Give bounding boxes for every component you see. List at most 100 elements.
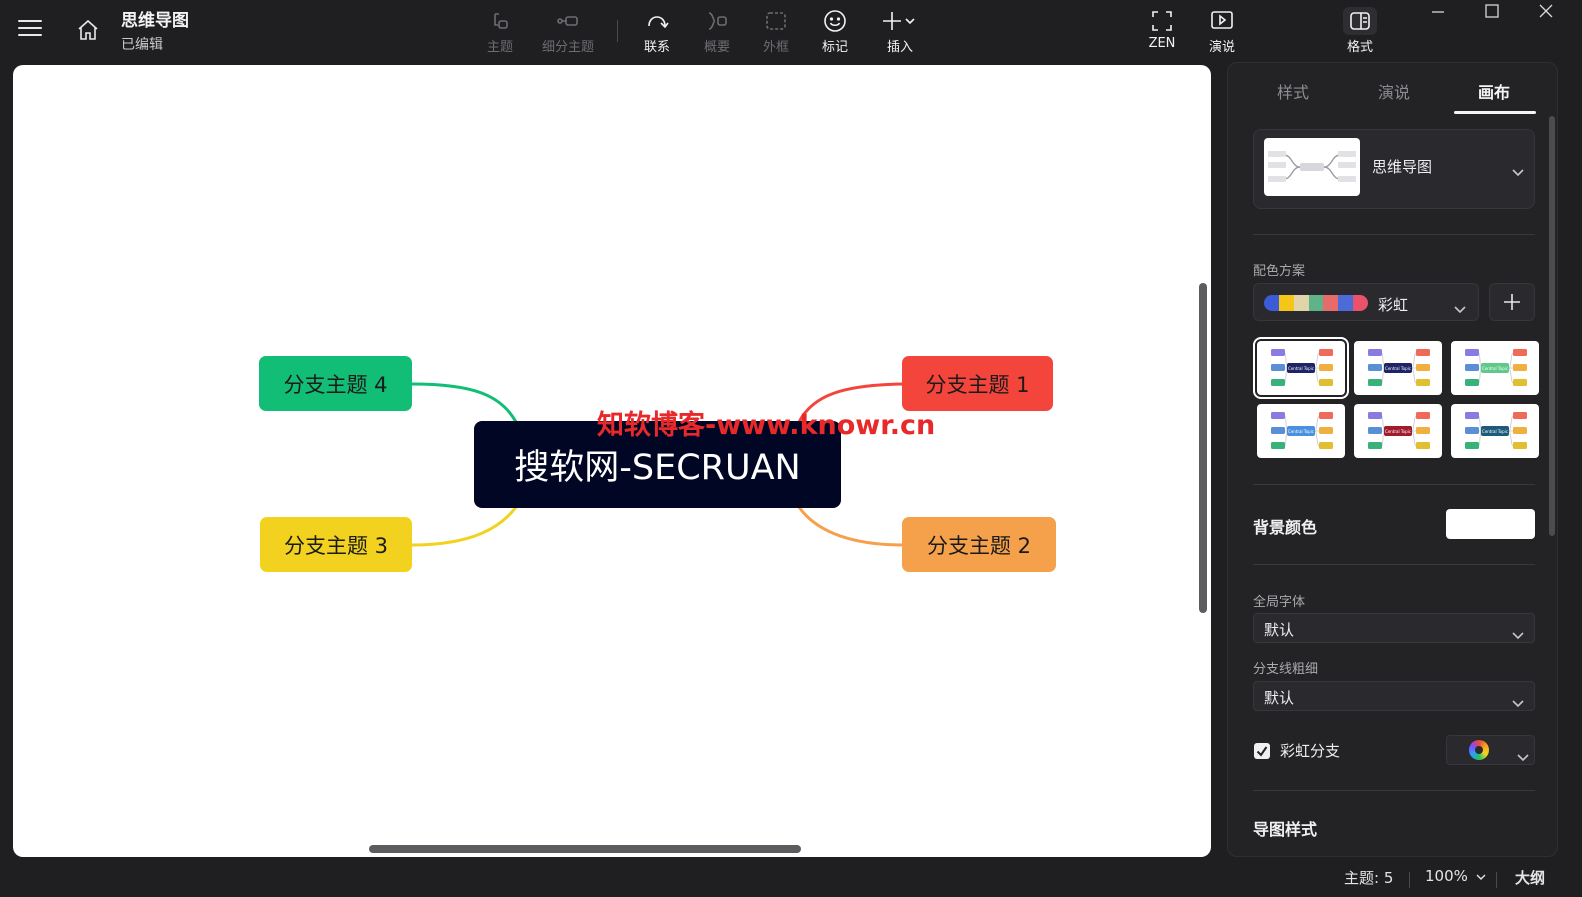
- subtopic-button[interactable]: 细分主题: [536, 8, 600, 56]
- branch-topic-4[interactable]: 分支主题 4: [259, 356, 412, 411]
- tab-pitch[interactable]: 演说: [1378, 79, 1410, 103]
- summary-button[interactable]: 概要: [685, 8, 749, 56]
- mindmap-canvas[interactable]: 分支主题 1 分支主题 2 分支主题 3 分支主题 4 搜软网-SECRUAN …: [13, 65, 1211, 857]
- chevron-down-icon: [1454, 299, 1466, 314]
- svg-text:Central Topic: Central Topic: [1482, 366, 1508, 371]
- zoom-value: 100%: [1425, 867, 1468, 885]
- scheme-color-stripe: [1308, 295, 1324, 311]
- theme-thumbnail-4[interactable]: Central Topic: [1257, 404, 1345, 458]
- color-scheme-select[interactable]: 彩虹: [1253, 283, 1479, 321]
- document-title[interactable]: 思维导图: [121, 6, 189, 31]
- svg-text:Central Topic: Central Topic: [1288, 366, 1314, 371]
- watermark-text: 知软博客-www.knowr.cn: [597, 410, 936, 441]
- status-bar: 主题: 5 100% 大纲: [0, 862, 1582, 897]
- tab-style[interactable]: 样式: [1277, 79, 1309, 103]
- chevron-down-icon: [1512, 693, 1524, 708]
- marker-label: 标记: [821, 40, 848, 55]
- chevron-down-icon: [1517, 747, 1529, 762]
- relationship-label: 联系: [643, 40, 670, 55]
- canvas-horizontal-scrollbar[interactable]: [369, 845, 801, 853]
- branch-width-label: 分支线粗细: [1253, 662, 1319, 677]
- zen-button[interactable]: ZEN: [1130, 8, 1194, 56]
- divider: [1253, 790, 1535, 791]
- scheme-color-stripe: [1323, 295, 1339, 311]
- zoom-select[interactable]: 100%: [1425, 867, 1486, 885]
- theme-thumbnail-1[interactable]: Central Topic: [1253, 337, 1349, 399]
- plus-icon: [868, 8, 932, 34]
- top-toolbar: 思维导图 已编辑 主题 细分主题 联系 概要 外框 标记 插入 ZEN 演说 格…: [0, 0, 1582, 62]
- status-divider: [1496, 872, 1497, 888]
- maximize-icon[interactable]: [1482, 2, 1502, 22]
- format-label: 格式: [1346, 40, 1373, 55]
- connector-branch-4: [411, 382, 518, 423]
- boundary-icon: [744, 8, 808, 34]
- insert-button[interactable]: 插入: [868, 8, 932, 56]
- subtopic-label: 细分主题: [541, 40, 594, 55]
- theme-thumbnail-3[interactable]: Central Topic: [1451, 341, 1539, 395]
- scheme-color-stripe: [1278, 295, 1294, 311]
- theme-thumbnail-2[interactable]: Central Topic: [1354, 341, 1442, 395]
- divider: [1253, 484, 1535, 485]
- svg-text:Central Topic: Central Topic: [1482, 429, 1508, 434]
- svg-text:Central Topic: Central Topic: [1288, 429, 1314, 434]
- theme-thumbnail-5[interactable]: Central Topic: [1354, 404, 1442, 458]
- theme-thumbnail-6[interactable]: Central Topic: [1451, 404, 1539, 458]
- structure-selector[interactable]: 思维导图: [1253, 129, 1535, 209]
- fullscreen-icon: [1130, 8, 1194, 34]
- svg-text:Central Topic: Central Topic: [1385, 429, 1411, 434]
- divider: [1253, 234, 1535, 235]
- scheme-color-stripe: [1264, 295, 1279, 311]
- close-icon[interactable]: [1536, 2, 1556, 22]
- svg-text:Central Topic: Central Topic: [1385, 366, 1411, 371]
- color-scheme-name: 彩虹: [1378, 296, 1409, 314]
- summary-label: 概要: [703, 40, 730, 55]
- panel-icon: [1343, 7, 1377, 35]
- background-color-label: 背景颜色: [1253, 518, 1318, 537]
- smiley-icon: [803, 8, 867, 34]
- topic-button[interactable]: 主题: [468, 8, 532, 56]
- home-icon[interactable]: [76, 18, 100, 42]
- chevron-down-icon: [1476, 874, 1486, 880]
- outline-button[interactable]: 大纲: [1515, 867, 1545, 888]
- summary-icon: [685, 8, 749, 34]
- marker-button[interactable]: 标记: [803, 8, 867, 56]
- toolbar-divider: [617, 20, 618, 42]
- add-color-scheme-button[interactable]: [1489, 283, 1535, 321]
- menu-icon[interactable]: [18, 20, 42, 40]
- rainbow-branch-checkbox[interactable]: [1254, 743, 1270, 759]
- global-font-label: 全局字体: [1253, 595, 1306, 610]
- global-font-select[interactable]: 默认: [1253, 613, 1535, 643]
- status-divider: [1409, 872, 1410, 888]
- background-color-picker[interactable]: [1446, 509, 1535, 539]
- map-style-label: 导图样式: [1253, 820, 1318, 839]
- canvas-vertical-scrollbar[interactable]: [1199, 283, 1207, 613]
- relationship-icon: [625, 8, 689, 34]
- format-button[interactable]: 格式: [1328, 7, 1392, 56]
- scheme-color-stripe: [1293, 295, 1309, 311]
- panel-scrollbar[interactable]: [1549, 116, 1555, 536]
- branch-width-select[interactable]: 默认: [1253, 681, 1535, 711]
- zen-label: ZEN: [1148, 36, 1176, 51]
- branch-topic-3[interactable]: 分支主题 3: [260, 517, 412, 572]
- insert-label: 插入: [886, 40, 913, 55]
- structure-name: 思维导图: [1372, 158, 1433, 176]
- relationship-button[interactable]: 联系: [625, 8, 689, 56]
- boundary-button[interactable]: 外框: [744, 8, 808, 56]
- minimize-icon[interactable]: [1428, 2, 1448, 22]
- branch-width-value: 默认: [1264, 689, 1295, 707]
- checkmark-icon: [1256, 746, 1268, 757]
- branch-topic-2[interactable]: 分支主题 2: [902, 517, 1056, 572]
- tab-canvas[interactable]: 画布: [1478, 79, 1510, 103]
- pitch-button[interactable]: 演说: [1190, 8, 1254, 56]
- connector-branch-2: [797, 506, 904, 547]
- save-status: 已编辑: [121, 37, 163, 53]
- format-panel: 样式 演说 画布 思维导图 配色方案 彩虹 Central Topic Centr…: [1227, 62, 1558, 857]
- global-font-value: 默认: [1264, 621, 1295, 639]
- play-icon: [1190, 8, 1254, 34]
- rainbow-color-picker[interactable]: [1446, 735, 1535, 765]
- color-scheme-label: 配色方案: [1253, 264, 1306, 279]
- topic-label: 主题: [486, 40, 513, 55]
- topic-count: 主题: 5: [1344, 869, 1394, 887]
- divider: [1253, 564, 1535, 565]
- plus-icon: [1504, 294, 1520, 310]
